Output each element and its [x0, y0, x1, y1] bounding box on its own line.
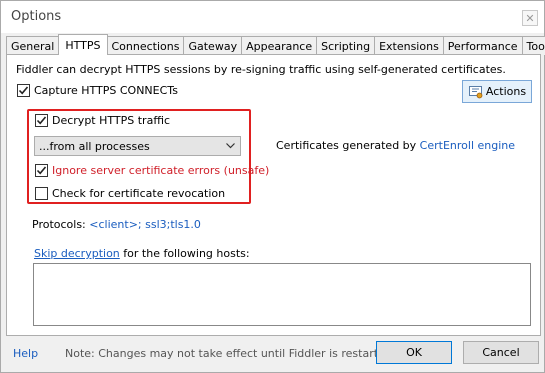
- protocols-label: Protocols:: [32, 218, 86, 231]
- https-panel: Fiddler can decrypt HTTPS sessions by re…: [6, 54, 541, 336]
- title-bar: Options ✕: [1, 1, 544, 33]
- actions-button[interactable]: Actions: [462, 80, 532, 103]
- tab-gateway[interactable]: Gateway: [183, 36, 243, 55]
- certificate-info-prefix: Certificates generated by: [276, 139, 417, 152]
- ignore-cert-errors-checkbox[interactable]: [35, 164, 48, 177]
- skip-decryption-link[interactable]: Skip decryption: [34, 247, 120, 260]
- restart-note: Note: Changes may not take effect until …: [65, 347, 396, 360]
- cert-engine-link[interactable]: CertEnroll engine: [420, 139, 515, 152]
- tab-https[interactable]: HTTPS: [58, 34, 108, 55]
- checkmark-icon: [18, 86, 29, 95]
- actions-label: Actions: [485, 85, 527, 98]
- window-title: Options: [11, 9, 62, 24]
- capture-connects-checkbox[interactable]: [17, 84, 30, 97]
- process-filter-value: ...from all processes: [39, 140, 150, 153]
- capture-connects-label: Capture HTTPS CONNECTs: [34, 84, 178, 97]
- protocols-line: Protocols: <client>; ssl3;tls1.0: [32, 218, 201, 231]
- tab-extensions[interactable]: Extensions: [374, 36, 444, 55]
- decrypt-https-label: Decrypt HTTPS traffic: [52, 114, 170, 127]
- tab-performance[interactable]: Performance: [442, 36, 523, 55]
- chevron-down-icon: [226, 143, 235, 149]
- tab-scripting[interactable]: Scripting: [316, 36, 376, 55]
- tab-tools[interactable]: Tools: [521, 36, 545, 55]
- decrypt-https-checkbox[interactable]: [35, 114, 48, 127]
- certificate-icon: [468, 85, 483, 98]
- skip-hosts-textarea[interactable]: [33, 263, 531, 326]
- ok-button[interactable]: OK: [376, 341, 452, 364]
- cancel-button[interactable]: Cancel: [463, 341, 539, 364]
- tab-appearance[interactable]: Appearance: [241, 36, 318, 55]
- intro-text: Fiddler can decrypt HTTPS sessions by re…: [16, 63, 506, 76]
- tab-connections[interactable]: Connections: [106, 36, 185, 55]
- checkmark-icon: [36, 116, 47, 125]
- options-dialog: Options ✕ General HTTPS Connections Gate…: [0, 0, 545, 373]
- tab-general[interactable]: General: [6, 36, 60, 55]
- check-revocation-checkbox[interactable]: [35, 187, 48, 200]
- skip-decryption-line: Skip decryption for the following hosts:: [34, 247, 250, 260]
- process-filter-select[interactable]: ...from all processes: [34, 136, 241, 156]
- skip-decryption-suffix: for the following hosts:: [123, 247, 250, 260]
- certificate-info: Certificates generated by CertEnroll eng…: [276, 139, 515, 152]
- check-revocation-label: Check for certificate revocation: [52, 187, 226, 200]
- help-link[interactable]: Help: [13, 347, 38, 360]
- tab-strip: General HTTPS Connections Gateway Appear…: [6, 34, 545, 55]
- close-icon[interactable]: ✕: [522, 10, 538, 26]
- checkmark-icon: [36, 166, 47, 175]
- protocols-link[interactable]: <client>; ssl3;tls1.0: [89, 218, 201, 231]
- ignore-cert-errors-label: Ignore server certificate errors (unsafe…: [52, 164, 270, 177]
